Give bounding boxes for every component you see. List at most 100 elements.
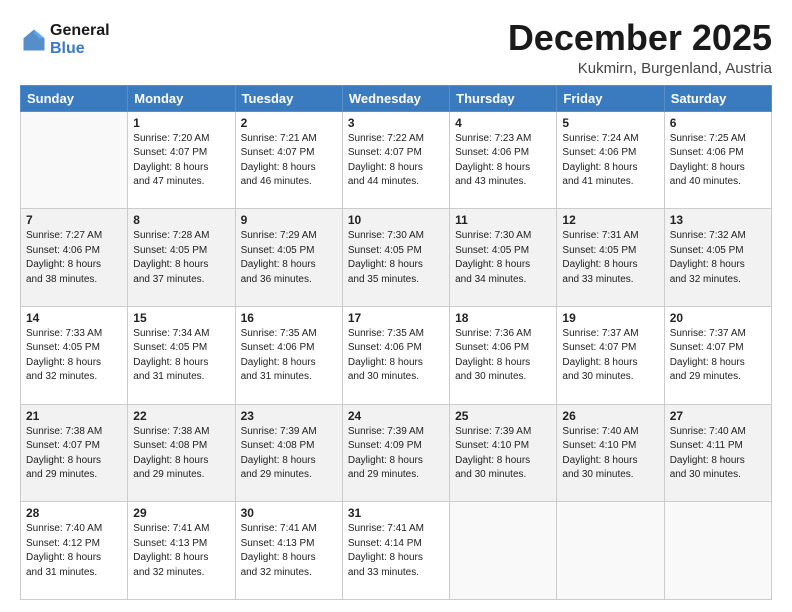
calendar-cell (450, 502, 557, 600)
header: General Blue December 2025 Kukmirn, Burg… (20, 18, 772, 77)
day-number: 22 (133, 409, 229, 423)
calendar-cell: 1 Sunrise: 7:20 AM Sunset: 4:07 PM Daylig… (128, 111, 235, 209)
day-info: Sunrise: 7:35 AM Sunset: 4:06 PM Dayligh… (348, 327, 444, 385)
day-info: Sunrise: 7:31 AM Sunset: 4:05 PM Dayligh… (562, 229, 658, 287)
day-info: Sunrise: 7:40 AM Sunset: 4:11 PM Dayligh… (670, 425, 766, 483)
day-info: Sunrise: 7:41 AM Sunset: 4:14 PM Dayligh… (348, 522, 444, 580)
day-header-friday: Friday (557, 85, 664, 111)
day-info: Sunrise: 7:36 AM Sunset: 4:06 PM Dayligh… (455, 327, 551, 385)
calendar-body: 1 Sunrise: 7:20 AM Sunset: 4:07 PM Daylig… (21, 111, 772, 599)
day-number: 28 (26, 506, 122, 520)
day-number: 11 (455, 213, 551, 227)
calendar-cell: 4Sunrise: 7:23 AM Sunset: 4:06 PM Daylig… (450, 111, 557, 209)
calendar-cell: 31Sunrise: 7:41 AM Sunset: 4:14 PM Dayli… (342, 502, 449, 600)
day-number: 10 (348, 213, 444, 227)
calendar-cell: 12 Sunrise: 7:31 AM Sunset: 4:05 PM Dayli… (557, 209, 664, 307)
day-number: 3 (348, 116, 444, 130)
day-number: 19 (562, 311, 658, 325)
calendar-cell: 10 Sunrise: 7:30 AM Sunset: 4:05 PM Dayli… (342, 209, 449, 307)
day-info: Sunrise: 7:22 AM Sunset: 4:07 PM Dayligh… (348, 132, 444, 190)
calendar-cell: 5Sunrise: 7:24 AM Sunset: 4:06 PM Daylig… (557, 111, 664, 209)
day-number: 1 (133, 116, 229, 130)
day-number: 24 (348, 409, 444, 423)
day-number: 18 (455, 311, 551, 325)
day-info: Sunrise: 7:37 AM Sunset: 4:07 PM Dayligh… (562, 327, 658, 385)
day-info: Sunrise: 7:27 AM Sunset: 4:06 PM Dayligh… (26, 229, 122, 287)
day-number: 12 (562, 213, 658, 227)
calendar-cell: 18 Sunrise: 7:36 AM Sunset: 4:06 PM Dayli… (450, 306, 557, 404)
calendar-cell (21, 111, 128, 209)
day-number: 15 (133, 311, 229, 325)
day-header-saturday: Saturday (664, 85, 771, 111)
day-info: Sunrise: 7:30 AM Sunset: 4:05 PM Dayligh… (455, 229, 551, 287)
week-row-2: 7 Sunrise: 7:27 AM Sunset: 4:06 PM Daylig… (21, 209, 772, 307)
header-row: SundayMondayTuesdayWednesdayThursdayFrid… (21, 85, 772, 111)
calendar-cell: 25 Sunrise: 7:39 AM Sunset: 4:10 PM Dayli… (450, 404, 557, 502)
week-row-4: 21Sunrise: 7:38 AM Sunset: 4:07 PM Dayli… (21, 404, 772, 502)
calendar-cell: 30 Sunrise: 7:41 AM Sunset: 4:13 PM Dayli… (235, 502, 342, 600)
day-info: Sunrise: 7:35 AM Sunset: 4:06 PM Dayligh… (241, 327, 337, 385)
calendar-cell (557, 502, 664, 600)
calendar-cell: 26Sunrise: 7:40 AM Sunset: 4:10 PM Dayli… (557, 404, 664, 502)
day-number: 14 (26, 311, 122, 325)
day-info: Sunrise: 7:33 AM Sunset: 4:05 PM Dayligh… (26, 327, 122, 385)
day-info: Sunrise: 7:39 AM Sunset: 4:08 PM Dayligh… (241, 425, 337, 483)
day-info: Sunrise: 7:30 AM Sunset: 4:05 PM Dayligh… (348, 229, 444, 287)
calendar-cell: 29 Sunrise: 7:41 AM Sunset: 4:13 PM Dayli… (128, 502, 235, 600)
day-info: Sunrise: 7:41 AM Sunset: 4:13 PM Dayligh… (241, 522, 337, 580)
calendar-table: SundayMondayTuesdayWednesdayThursdayFrid… (20, 85, 772, 600)
calendar-header: SundayMondayTuesdayWednesdayThursdayFrid… (21, 85, 772, 111)
day-info: Sunrise: 7:34 AM Sunset: 4:05 PM Dayligh… (133, 327, 229, 385)
day-info: Sunrise: 7:38 AM Sunset: 4:08 PM Dayligh… (133, 425, 229, 483)
day-info: Sunrise: 7:40 AM Sunset: 4:10 PM Dayligh… (562, 425, 658, 483)
day-info: Sunrise: 7:32 AM Sunset: 4:05 PM Dayligh… (670, 229, 766, 287)
week-row-3: 14 Sunrise: 7:33 AM Sunset: 4:05 PM Dayli… (21, 306, 772, 404)
day-number: 2 (241, 116, 337, 130)
day-info: Sunrise: 7:41 AM Sunset: 4:13 PM Dayligh… (133, 522, 229, 580)
calendar-cell (664, 502, 771, 600)
title-block: December 2025 Kukmirn, Burgenland, Austr… (508, 18, 772, 77)
day-info: Sunrise: 7:20 AM Sunset: 4:07 PM Dayligh… (133, 132, 229, 190)
day-number: 30 (241, 506, 337, 520)
calendar-cell: 7 Sunrise: 7:27 AM Sunset: 4:06 PM Daylig… (21, 209, 128, 307)
calendar-cell: 19 Sunrise: 7:37 AM Sunset: 4:07 PM Dayli… (557, 306, 664, 404)
calendar-cell: 24 Sunrise: 7:39 AM Sunset: 4:09 PM Dayli… (342, 404, 449, 502)
day-info: Sunrise: 7:38 AM Sunset: 4:07 PM Dayligh… (26, 425, 122, 483)
day-number: 4 (455, 116, 551, 130)
calendar-cell: 14 Sunrise: 7:33 AM Sunset: 4:05 PM Dayli… (21, 306, 128, 404)
calendar-cell: 6Sunrise: 7:25 AM Sunset: 4:06 PM Daylig… (664, 111, 771, 209)
page: General Blue December 2025 Kukmirn, Burg… (0, 0, 792, 612)
calendar-cell: 20Sunrise: 7:37 AM Sunset: 4:07 PM Dayli… (664, 306, 771, 404)
day-number: 27 (670, 409, 766, 423)
calendar-cell: 8Sunrise: 7:28 AM Sunset: 4:05 PM Daylig… (128, 209, 235, 307)
calendar-cell: 22 Sunrise: 7:38 AM Sunset: 4:08 PM Dayli… (128, 404, 235, 502)
logo-text: General Blue (50, 22, 110, 58)
day-number: 17 (348, 311, 444, 325)
calendar-cell: 21Sunrise: 7:38 AM Sunset: 4:07 PM Dayli… (21, 404, 128, 502)
logo: General Blue (20, 22, 110, 58)
day-number: 9 (241, 213, 337, 227)
calendar-cell: 15 Sunrise: 7:34 AM Sunset: 4:05 PM Dayli… (128, 306, 235, 404)
day-info: Sunrise: 7:25 AM Sunset: 4:06 PM Dayligh… (670, 132, 766, 190)
day-info: Sunrise: 7:39 AM Sunset: 4:10 PM Dayligh… (455, 425, 551, 483)
calendar-cell: 28Sunrise: 7:40 AM Sunset: 4:12 PM Dayli… (21, 502, 128, 600)
week-row-5: 28Sunrise: 7:40 AM Sunset: 4:12 PM Dayli… (21, 502, 772, 600)
calendar: SundayMondayTuesdayWednesdayThursdayFrid… (20, 85, 772, 600)
calendar-cell: 13 Sunrise: 7:32 AM Sunset: 4:05 PM Dayli… (664, 209, 771, 307)
calendar-cell: 23 Sunrise: 7:39 AM Sunset: 4:08 PM Dayli… (235, 404, 342, 502)
day-number: 25 (455, 409, 551, 423)
day-number: 13 (670, 213, 766, 227)
day-number: 23 (241, 409, 337, 423)
day-number: 29 (133, 506, 229, 520)
day-number: 8 (133, 213, 229, 227)
day-info: Sunrise: 7:29 AM Sunset: 4:05 PM Dayligh… (241, 229, 337, 287)
day-header-sunday: Sunday (21, 85, 128, 111)
day-info: Sunrise: 7:24 AM Sunset: 4:06 PM Dayligh… (562, 132, 658, 190)
calendar-cell: 27 Sunrise: 7:40 AM Sunset: 4:11 PM Dayli… (664, 404, 771, 502)
day-header-wednesday: Wednesday (342, 85, 449, 111)
day-header-thursday: Thursday (450, 85, 557, 111)
day-number: 7 (26, 213, 122, 227)
week-row-1: 1 Sunrise: 7:20 AM Sunset: 4:07 PM Daylig… (21, 111, 772, 209)
day-info: Sunrise: 7:37 AM Sunset: 4:07 PM Dayligh… (670, 327, 766, 385)
day-info: Sunrise: 7:39 AM Sunset: 4:09 PM Dayligh… (348, 425, 444, 483)
